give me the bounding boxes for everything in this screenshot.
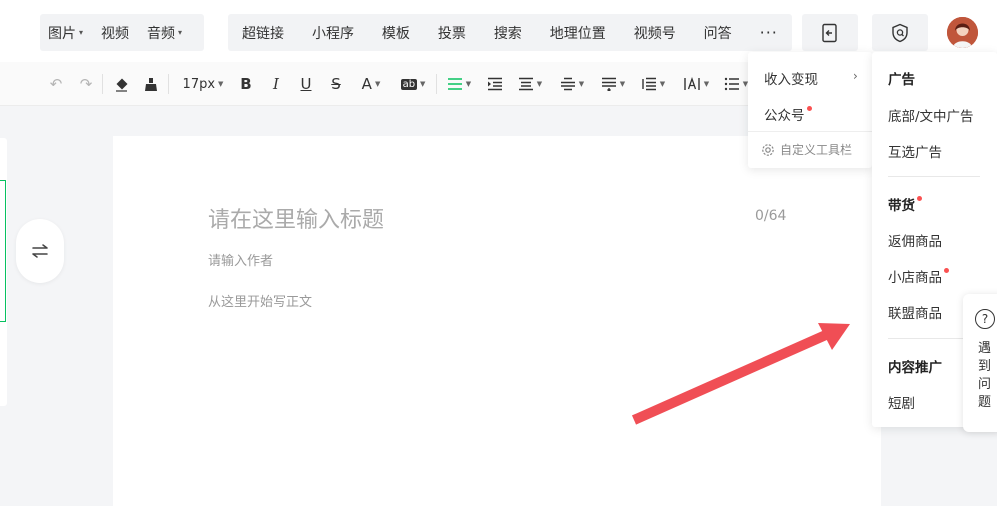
red-dot-badge (944, 268, 949, 273)
align-left-green-icon[interactable]: ▼ (444, 72, 474, 96)
import-doc-button[interactable] (802, 14, 858, 51)
monetize-label: 收入变现 (764, 72, 818, 88)
font-size-select[interactable]: 17px ▼ (180, 72, 226, 96)
title-char-count: 0/64 (755, 208, 787, 224)
bottom-inline-ad-item[interactable]: 底部/文中广告 (888, 105, 974, 125)
help-icon: ? (975, 309, 995, 329)
help-button[interactable]: ? 遇到问题 (963, 294, 997, 432)
caret-down-icon: ▼ (703, 80, 710, 88)
author-input[interactable]: 请输入作者 (208, 250, 273, 269)
more-dropdown: 收入变现 › 公众号 自定义工具栏 (748, 52, 872, 168)
font-size-value: 17px (182, 76, 216, 92)
avatar-image (947, 17, 978, 48)
location-button[interactable]: 地理位置 (542, 14, 614, 51)
miniprogram-button[interactable]: 小程序 (304, 14, 362, 51)
caret-down-icon: ▼ (465, 80, 472, 88)
customize-toolbar-button[interactable]: 自定义工具栏 (761, 141, 852, 158)
title-input[interactable]: 请在这里输入标题 (208, 202, 384, 234)
audio-menu-label: 音频 (147, 25, 176, 42)
help-label: 遇到问题 (978, 341, 992, 410)
paragraph-spacing-icon[interactable]: ▼ (598, 72, 628, 96)
bg-color-label: ab (400, 78, 418, 90)
qa-button[interactable]: 问答 (696, 14, 740, 51)
bg-color-button[interactable]: ab ▼ (398, 72, 428, 96)
caret-down-icon: ▼ (218, 80, 224, 88)
video-button-label: 视频 (101, 25, 130, 42)
goods-heading: 带货 (888, 194, 922, 214)
divider (748, 131, 872, 132)
divider (436, 74, 437, 94)
spacing-icon[interactable]: ▼ (638, 72, 668, 96)
search-button[interactable]: 搜索 (486, 14, 530, 51)
mutual-ad-item[interactable]: 互选广告 (888, 141, 942, 161)
caret-down-icon: ▼ (374, 80, 381, 88)
template-button[interactable]: 模板 (374, 14, 418, 51)
font-color-button[interactable]: A ▼ (358, 72, 384, 96)
shop-goods-item[interactable]: 小店商品 (888, 266, 949, 286)
customize-label: 自定义工具栏 (780, 143, 853, 157)
italic-button[interactable]: I (268, 72, 284, 96)
alliance-goods-item[interactable]: 联盟商品 (888, 302, 942, 322)
letter-spacing-icon[interactable]: ▼ (680, 72, 712, 96)
gear-icon (762, 143, 774, 156)
divider (888, 176, 980, 177)
caret-down-icon: ▼ (578, 80, 585, 88)
security-button[interactable] (872, 14, 928, 51)
divider (102, 74, 103, 94)
list-icon[interactable]: ▼ (722, 72, 750, 96)
channels-button[interactable]: 视频号 (626, 14, 684, 51)
left-panel-selected-card[interactable] (0, 180, 6, 322)
audio-menu[interactable]: 音频 ▾ (139, 14, 190, 51)
caret-down-icon: ▾ (178, 28, 183, 37)
promo-heading: 内容推广 (888, 360, 942, 376)
shop-goods-label: 小店商品 (888, 270, 942, 286)
divider (168, 74, 169, 94)
official-account-menu-item[interactable]: 公众号 (764, 104, 812, 124)
goods-heading-label: 带货 (888, 198, 915, 214)
commission-goods-item[interactable]: 返佣商品 (888, 230, 942, 250)
red-dot-badge (806, 106, 812, 111)
shield-icon (892, 23, 908, 42)
bold-button[interactable]: B (238, 72, 254, 96)
short-drama-item[interactable]: 短剧 (888, 392, 915, 412)
editor-canvas: 请在这里输入标题 0/64 请输入作者 从这里开始写正文 (113, 136, 881, 506)
underline-button[interactable]: U (298, 72, 314, 96)
undo-icon[interactable]: ↶ (48, 72, 64, 96)
monetize-menu-item[interactable]: 收入变现 (764, 68, 818, 88)
swap-panel-button[interactable] (16, 219, 64, 283)
caret-down-icon: ▾ (79, 28, 84, 37)
ads-heading: 广告 (888, 72, 915, 88)
insert-group: 超链接 小程序 模板 投票 搜索 地理位置 视频号 问答 ··· (228, 14, 792, 51)
swap-icon (32, 244, 48, 258)
import-doc-icon (822, 23, 837, 42)
format-painter-icon[interactable] (142, 72, 160, 96)
caret-down-icon: ▼ (536, 80, 543, 88)
more-button[interactable]: ··· (752, 14, 786, 51)
font-color-label: A (361, 75, 372, 93)
caret-down-icon: ▼ (619, 80, 626, 88)
eraser-icon[interactable] (112, 72, 130, 96)
vote-button[interactable]: 投票 (430, 14, 474, 51)
image-menu[interactable]: 图片 ▾ (40, 14, 91, 51)
body-editor[interactable]: 从这里开始写正文 (208, 291, 312, 310)
red-dot-badge (917, 196, 922, 201)
caret-down-icon: ▼ (420, 80, 426, 88)
indent-icon[interactable] (486, 72, 504, 96)
strikethrough-button[interactable]: S (328, 72, 344, 96)
official-account-label: 公众号 (764, 108, 805, 124)
video-button[interactable]: 视频 (91, 14, 139, 51)
avatar[interactable] (947, 17, 978, 48)
media-group: 图片 ▾ 视频 音频 ▾ (40, 14, 204, 51)
align-justify-icon[interactable]: ▼ (514, 72, 546, 96)
caret-down-icon: ▼ (659, 80, 666, 88)
line-height-icon[interactable]: ▼ (556, 72, 588, 96)
redo-icon[interactable]: ↷ (78, 72, 94, 96)
chevron-right-icon: › (853, 69, 858, 83)
hyperlink-button[interactable]: 超链接 (234, 14, 292, 51)
image-menu-label: 图片 (48, 25, 76, 42)
